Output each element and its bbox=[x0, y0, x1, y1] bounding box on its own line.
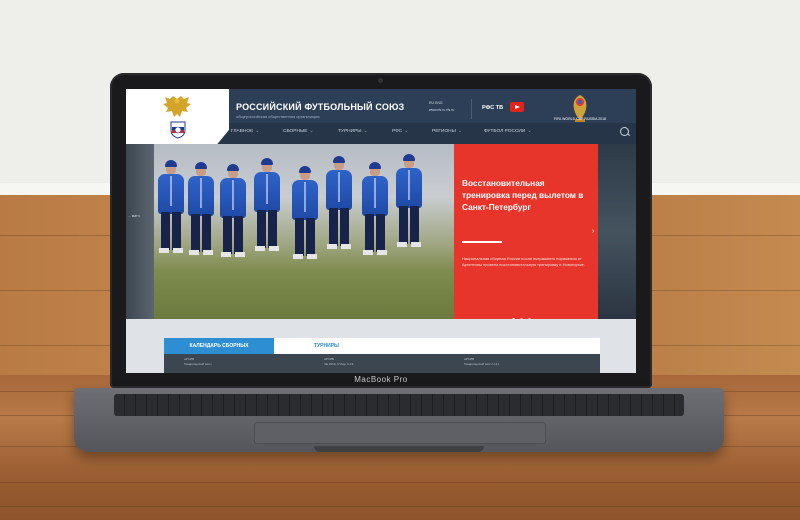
chevron-down-icon: ⌄ bbox=[363, 129, 368, 134]
nav-label: ТУРНИРЫ bbox=[338, 129, 362, 134]
chevron-down-icon: ⌄ bbox=[527, 129, 532, 134]
calendar-row: АРХИВ Товарищеский матч АРХИВ ЧЕ 2019, Отб… bbox=[164, 354, 600, 373]
laptop-base bbox=[74, 388, 724, 452]
tab-bar: КАЛЕНДАРЬ СБОРНЫХ ТУРНИРЫ bbox=[164, 338, 600, 354]
nav-label: ГЛАВНОЕ bbox=[231, 129, 254, 134]
nav-label: РЕГИОНЫ bbox=[432, 129, 456, 134]
chevron-down-icon: ⌄ bbox=[404, 129, 409, 134]
tab-tournaments[interactable]: ТУРНИРЫ bbox=[314, 338, 339, 354]
nav-item-russian-football[interactable]: ФУТБОЛ РОССИИ ⌄ bbox=[484, 129, 531, 134]
nav-item-teams[interactable]: СБОРНЫЕ ⌄ bbox=[283, 129, 313, 134]
team-photo[interactable] bbox=[154, 144, 454, 319]
chevron-down-icon: ⌄ bbox=[255, 129, 260, 134]
keyboard bbox=[114, 394, 684, 416]
base-lip bbox=[314, 446, 484, 452]
nav-item-tournaments[interactable]: ТУРНИРЫ ⌄ bbox=[338, 129, 368, 134]
hero-slider: ... матч Восстановительная тренировка пе… bbox=[126, 144, 636, 321]
chevron-down-icon: ⌄ bbox=[309, 129, 314, 134]
news-description: Национальная сборная России после вчераш… bbox=[462, 256, 585, 267]
trackpad bbox=[254, 422, 546, 444]
youtube-icon[interactable] bbox=[510, 102, 524, 112]
site-title[interactable]: РОССИЙСКИЙ ФУТБОЛЬНЫЙ СОЮЗ bbox=[236, 102, 404, 112]
nav-item-regions[interactable]: РЕГИОНЫ ⌄ bbox=[432, 129, 462, 134]
eagle-crest-icon bbox=[163, 96, 191, 117]
rfs-tv-link[interactable]: РФС ТВ bbox=[482, 105, 503, 111]
calendar-item[interactable]: АРХИВ ЧЕ 2019, Отбор U-19 bbox=[324, 357, 353, 367]
laptop-screen: РОССИЙСКИЙ ФУТБОЛЬНЫЙ СОЮЗ общероссийска… bbox=[126, 89, 636, 373]
site-line[interactable]: www.rfs.ru rfs.ru bbox=[429, 107, 465, 114]
site-subtitle: общероссийская общественная организация bbox=[236, 114, 320, 119]
headline-divider bbox=[462, 241, 502, 243]
calendar-item-value: Товарищеский матч bbox=[184, 362, 212, 366]
nav-item-main[interactable]: ГЛАВНОЕ ⌄ bbox=[231, 129, 259, 134]
calendar-item[interactable]: АРХИВ Товарищеский матч U-21 bbox=[464, 357, 499, 367]
calendar-item-value: Товарищеский матч U-21 bbox=[464, 362, 499, 366]
rfs-shield-icon bbox=[170, 121, 186, 139]
nav-label: РФС bbox=[392, 129, 403, 134]
calendar-item[interactable]: АРХИВ Товарищеский матч bbox=[184, 357, 212, 367]
next-slide-preview[interactable] bbox=[598, 144, 636, 319]
chevron-right-icon[interactable]: › bbox=[592, 228, 594, 235]
calendar-section: КАЛЕНДАРЬ СБОРНЫХ ТУРНИРЫ АРХИВ Товарищес… bbox=[126, 319, 636, 373]
world-cup-text: FIFA WORLD CUP RUSSIA 2018 bbox=[553, 117, 607, 121]
headline-panel[interactable]: Восстановительная тренировка перед вылет… bbox=[454, 144, 598, 321]
previous-slide-preview[interactable]: ... матч bbox=[126, 144, 154, 319]
header-divider bbox=[471, 99, 472, 119]
nav-label: СБОРНЫЕ bbox=[283, 129, 308, 134]
nav-item-rfs[interactable]: РФС ⌄ bbox=[392, 129, 408, 134]
search-icon[interactable] bbox=[620, 127, 629, 136]
chevron-down-icon: ⌄ bbox=[457, 129, 462, 134]
laptop-brand: MacBook Pro bbox=[354, 375, 408, 384]
news-headline[interactable]: Восстановительная тренировка перед вылет… bbox=[462, 177, 592, 213]
nav-label: ФУТБОЛ РОССИИ bbox=[484, 129, 526, 134]
camera-icon bbox=[378, 78, 383, 83]
lang-line[interactable]: RU ENG bbox=[429, 100, 465, 107]
tab-team-calendar[interactable]: КАЛЕНДАРЬ СБОРНЫХ bbox=[164, 338, 274, 354]
language-switcher[interactable]: RU ENG www.rfs.ru rfs.ru bbox=[429, 100, 465, 118]
laptop-lid: РОССИЙСКИЙ ФУТБОЛЬНЫЙ СОЮЗ общероссийска… bbox=[110, 73, 652, 388]
calendar-item-value: ЧЕ 2019, Отбор U-19 bbox=[324, 362, 354, 366]
preview-label: ... матч bbox=[128, 214, 140, 218]
